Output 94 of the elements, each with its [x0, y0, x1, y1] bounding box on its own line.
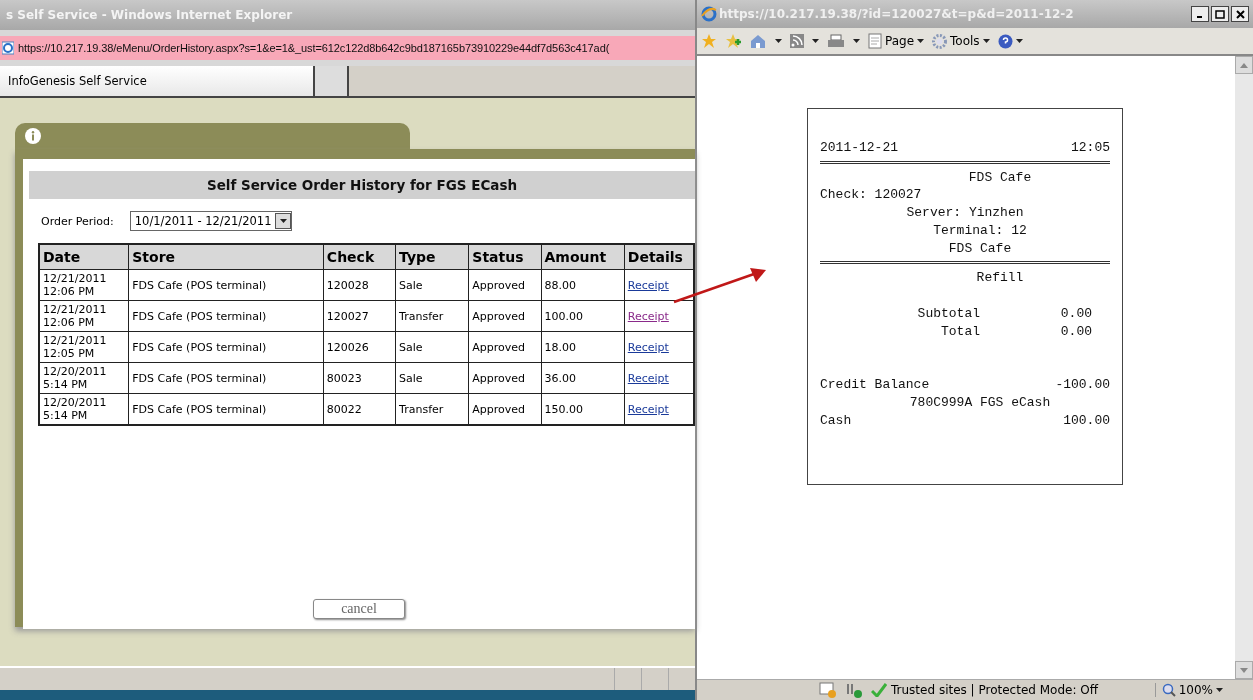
new-tab-button[interactable] — [315, 66, 349, 96]
receipt-text: 100.00 — [1063, 411, 1110, 430]
table-cell: Approved — [468, 269, 541, 301]
caret-icon — [775, 39, 782, 43]
scrollbar[interactable] — [1235, 56, 1253, 679]
receipt-text: 12:05 — [1071, 139, 1110, 157]
caret-icon — [812, 39, 819, 43]
table-cell: FDS Cafe (POS terminal) — [128, 362, 324, 394]
receipt-text: 2011-12-21 — [820, 139, 898, 157]
help-icon — [997, 33, 1013, 49]
browser-icon — [701, 6, 717, 22]
tools-menu[interactable]: Tools — [932, 33, 990, 49]
table-cell: Approved — [468, 331, 541, 363]
panel-heading: Self Service Order History for FGS ECash — [29, 171, 695, 199]
home-icon[interactable] — [749, 33, 767, 49]
table-cell: Approved — [468, 300, 541, 332]
table-cell: Sale — [395, 362, 469, 394]
receipt-text: Total — [940, 322, 980, 341]
receipt-text: FDS Cafe — [968, 168, 1032, 187]
receipt-text: -100.00 — [1055, 376, 1110, 395]
maximize-button[interactable] — [1211, 6, 1229, 22]
feed-icon[interactable] — [790, 34, 804, 48]
column-header: Details — [624, 244, 694, 270]
table-cell: FDS Cafe (POS terminal) — [128, 300, 324, 332]
column-header: Status — [468, 244, 541, 270]
info-icon — [25, 128, 41, 144]
browser-tab[interactable]: InfoGenesis Self Service — [0, 66, 315, 96]
close-icon — [1235, 9, 1245, 19]
column-header: Type — [395, 244, 469, 270]
maximize-icon — [1215, 9, 1225, 19]
receipt-text: Credit Balance — [820, 376, 930, 395]
minimize-button[interactable] — [1191, 6, 1209, 22]
receipt-text: Cash — [820, 411, 852, 430]
table-cell: Approved — [468, 362, 541, 394]
help-button[interactable] — [997, 33, 1023, 49]
window-title: https://10.217.19.38/?id=120027&t=p&d=2011-12-2 — [719, 7, 1075, 21]
table-cell: 100.00 — [541, 300, 625, 332]
caret-icon — [1015, 39, 1023, 43]
table-cell: Transfer — [395, 300, 469, 332]
browser-icon — [2, 41, 14, 55]
star-icon[interactable] — [701, 33, 717, 49]
scroll-down-icon — [1240, 667, 1248, 673]
table-cell: 120027 — [323, 300, 396, 332]
date-cell: 12/21/2011 12:05 PM — [43, 334, 107, 360]
zoom-button[interactable]: 100% — [1154, 683, 1253, 697]
caret-icon — [917, 39, 925, 43]
caret-icon — [1216, 688, 1223, 692]
date-cell: 12/20/2011 5:14 PM — [43, 365, 107, 391]
caret-icon — [853, 39, 860, 43]
scroll-up-icon — [1240, 62, 1248, 68]
table-cell: FDS Cafe (POS terminal) — [128, 269, 324, 301]
popup-blocked-icon — [819, 682, 837, 698]
receipt-text: Subtotal — [916, 304, 980, 323]
receipt-text: Check: 120027 — [820, 186, 922, 205]
receipt-text: FDS Cafe — [948, 239, 1012, 258]
tools-icon — [845, 682, 863, 698]
table-cell: 80023 — [323, 362, 396, 394]
cancel-button[interactable]: cancel — [313, 599, 405, 619]
add-favorite-icon[interactable] — [725, 33, 741, 49]
receipt-text: Server: Yinzhen — [906, 204, 1024, 222]
column-header: Check — [323, 244, 396, 270]
table-cell: Sale — [395, 269, 469, 301]
check-icon — [871, 683, 887, 697]
print-icon[interactable] — [827, 33, 845, 49]
status-text: Trusted sites | Protected Mode: Off — [891, 683, 1100, 697]
receipt-text: 0.00 — [1060, 304, 1092, 323]
column-header: Store — [128, 244, 324, 270]
table-cell: FDS Cafe (POS terminal) — [128, 331, 324, 363]
column-header: Amount — [541, 244, 625, 270]
receipt-text: Terminal: 12 — [933, 221, 1027, 240]
date-cell: 12/21/2011 12:06 PM — [43, 303, 107, 329]
table-cell: 36.00 — [541, 362, 625, 394]
page-icon — [868, 33, 882, 49]
receipt-text: 780C999A FGS eCash — [909, 394, 1051, 412]
close-button[interactable] — [1231, 6, 1249, 22]
caret-icon — [982, 39, 990, 43]
window-title: s Self Service - Windows Internet Explorer — [6, 8, 293, 22]
table-cell: 88.00 — [541, 269, 625, 301]
date-cell: 12/20/2011 5:14 PM — [43, 396, 107, 422]
period-select[interactable]: 10/1/2011 - 12/21/2011 — [129, 211, 293, 231]
page-menu[interactable]: Page — [868, 33, 925, 49]
date-cell: 12/21/2011 12:06 PM — [43, 272, 107, 298]
caret-icon — [280, 219, 287, 223]
receipt-text: Refill — [976, 269, 1024, 287]
zoom-icon — [1161, 683, 1176, 697]
gear-icon — [932, 33, 948, 49]
table-cell: Sale — [395, 331, 469, 363]
table-cell: 120026 — [323, 331, 396, 363]
column-header: Date — [39, 244, 129, 270]
table-cell: 18.00 — [541, 331, 625, 363]
period-label: Order Period: — [41, 214, 114, 228]
receipt-text: 0.00 — [1060, 322, 1092, 341]
address-field[interactable]: https://10.217.19.38/eMenu/OrderHistory.aspx?s=1&e=1&_ust=612c122d8b642c9bd187165b73910229e44df7d563c417ad( — [0, 36, 695, 60]
table-cell: 120028 — [323, 269, 396, 301]
